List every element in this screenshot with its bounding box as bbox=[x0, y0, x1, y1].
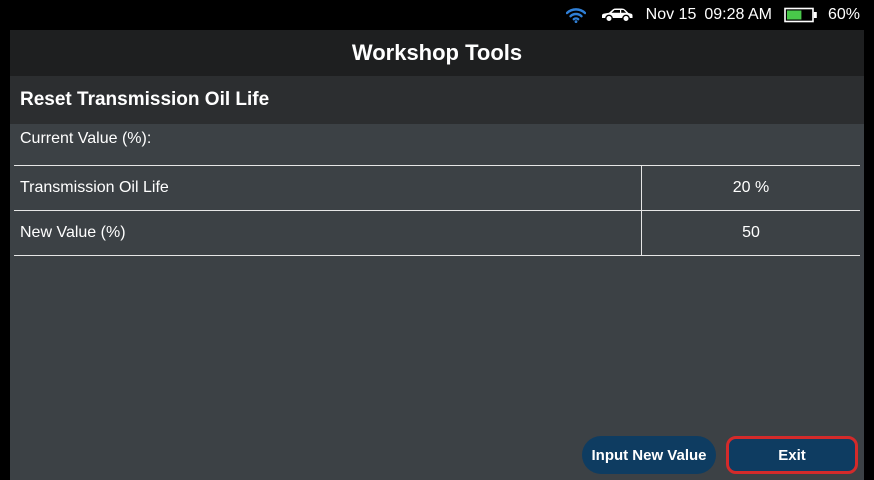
table-row: New Value (%) 50 bbox=[14, 211, 860, 256]
page-title: Workshop Tools bbox=[10, 30, 864, 76]
car-icon bbox=[601, 8, 633, 23]
exit-button[interactable]: Exit bbox=[726, 436, 858, 474]
status-time: 09:28 AM bbox=[704, 6, 772, 23]
app-window: Workshop Tools Reset Transmission Oil Li… bbox=[10, 30, 864, 480]
row-name: New Value (%) bbox=[14, 211, 642, 255]
input-new-value-button[interactable]: Input New Value bbox=[582, 436, 716, 474]
battery-percent: 60% bbox=[827, 6, 860, 23]
row-name: Transmission Oil Life bbox=[14, 166, 642, 210]
wifi-icon bbox=[565, 8, 586, 23]
status-bar: Nov 15 09:28 AM 60% bbox=[0, 0, 874, 30]
row-value: 20 % bbox=[732, 179, 770, 196]
table-row: Transmission Oil Life 20 % bbox=[14, 166, 860, 211]
battery-fill bbox=[786, 10, 802, 20]
battery-icon bbox=[784, 7, 817, 23]
row-value: 50 bbox=[742, 224, 760, 241]
section-title: Reset Transmission Oil Life bbox=[10, 76, 864, 124]
status-date: Nov 15 bbox=[645, 6, 697, 23]
data-table: Transmission Oil Life 20 % New Value (%)… bbox=[14, 165, 860, 256]
current-value-label: Current Value (%): bbox=[20, 130, 152, 147]
